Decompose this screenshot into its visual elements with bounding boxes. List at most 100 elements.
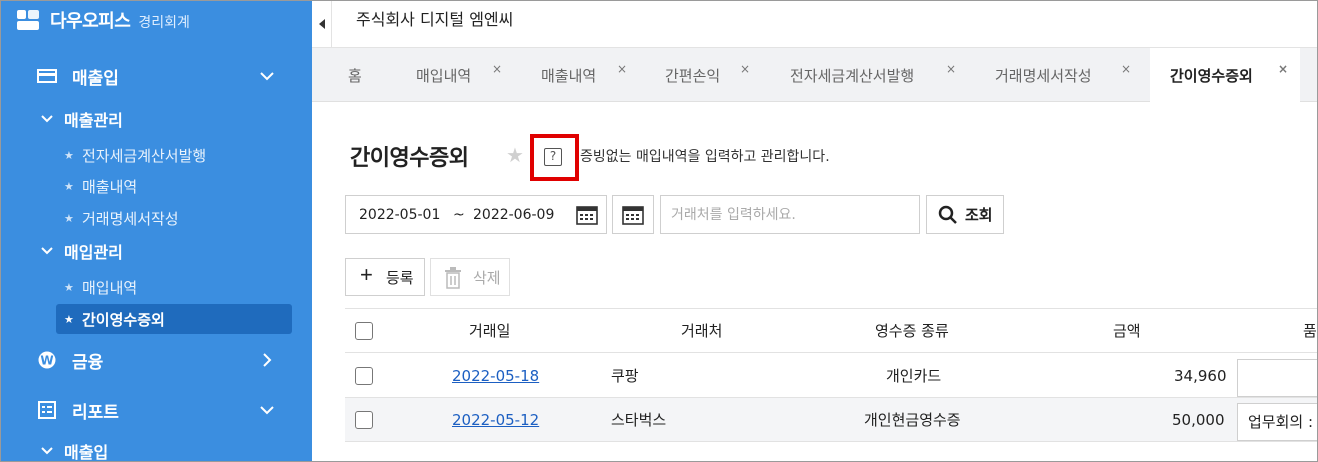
chevron-down-icon (260, 406, 274, 415)
svg-text:W: W (40, 354, 53, 368)
card-icon (36, 65, 58, 87)
sidebar-item-label: 전자세금계산서발행 (82, 146, 207, 165)
row-date-link[interactable]: 2022-05-18 (452, 354, 539, 398)
add-button-label: 등록 (386, 269, 414, 287)
tab-label: 전자세금계산서발행 (790, 66, 915, 85)
tab-purchase-history[interactable]: 매입내역 × (416, 48, 516, 102)
column-header-memo[interactable]: 품 (1303, 309, 1317, 353)
table-row[interactable]: 2022-05-18 쿠팡 개인카드 34,960 (345, 354, 1318, 398)
sidebar-item-purchase-history[interactable]: ★ 매입내역 (56, 272, 292, 302)
row-date-link[interactable]: 2022-05-12 (452, 398, 539, 442)
favorite-star-icon[interactable]: ★ (506, 143, 524, 167)
select-all-checkbox[interactable] (355, 322, 373, 340)
chevron-down-icon (41, 247, 53, 255)
close-icon[interactable]: × (1278, 62, 1288, 76)
delete-button-label: 삭제 (473, 269, 501, 287)
date-end: 2022-06-09 (473, 206, 555, 223)
top-bar: 주식회사 디지털 엠엔씨 (312, 0, 1318, 48)
date-separator: ~ (453, 206, 465, 223)
page-title: 간이영수증외 (350, 146, 469, 171)
tab-label: 간편손익 (665, 66, 721, 85)
column-header-date[interactable]: 거래일 (469, 309, 510, 353)
star-icon: ★ (64, 211, 74, 225)
sidebar-collapse-button[interactable] (312, 0, 332, 48)
star-icon: ★ (64, 280, 74, 294)
brand[interactable]: 다우오피스 경리회계 (16, 6, 190, 34)
sidebar-group-report[interactable]: 리포트 (0, 392, 312, 428)
calendar-icon (622, 205, 644, 225)
company-name: 주식회사 디지털 엠엔씨 (356, 10, 514, 29)
star-icon: ★ (64, 148, 74, 162)
sidebar-subgroup-purchase[interactable]: 매입관리 (0, 238, 312, 264)
sidebar-item-sales-history[interactable]: ★ 매출내역 (56, 171, 292, 201)
delete-button[interactable]: 삭제 (430, 258, 510, 296)
search-button-label: 조회 (965, 207, 993, 224)
close-icon[interactable]: × (1121, 62, 1131, 76)
sidebar-group-label: 리포트 (72, 402, 119, 423)
sidebar-subgroup-label: 매출입 (64, 443, 109, 462)
table-header-row: 거래일 거래처 영수증 종류 금액 품 (345, 308, 1318, 353)
tab-transaction-statement[interactable]: 거래명세서작성 × (995, 48, 1135, 102)
row-checkbox[interactable] (355, 367, 373, 385)
calendar-button[interactable] (612, 195, 654, 234)
highlight-box (530, 134, 579, 181)
column-header-amount[interactable]: 금액 (1113, 309, 1141, 353)
row-amount: 34,960 (1174, 367, 1227, 385)
report-icon (36, 399, 58, 421)
sidebar: 다우오피스 경리회계 매출입 매출관리 ★ 전자세금계산서발행 ★ 매출내역 ★… (0, 0, 312, 462)
main-content: 간이영수증외 ★ ? 증빙없는 매입내역을 입력하고 관리합니다. 2022-0… (312, 103, 1318, 462)
trash-icon (445, 267, 461, 289)
close-icon[interactable]: × (740, 62, 750, 76)
caret-left-icon (318, 19, 325, 29)
vendor-search-input[interactable] (660, 195, 920, 234)
table-row[interactable]: 2022-05-12 스타벅스 개인현금영수증 50,000 업무회의 : (345, 398, 1318, 442)
tab-sales-history[interactable]: 매출내역 × (541, 48, 641, 102)
sidebar-subgroup-label: 매입관리 (64, 243, 123, 262)
search-button[interactable]: 조회 (926, 195, 1004, 234)
close-icon[interactable]: × (492, 62, 502, 76)
sidebar-item-e-tax-invoice[interactable]: ★ 전자세금계산서발행 (56, 140, 292, 170)
calendar-icon[interactable] (576, 205, 598, 225)
row-memo-field[interactable]: 업무회의 : (1237, 403, 1318, 441)
search-icon (938, 205, 957, 224)
tab-simple-pnl[interactable]: 간편손익 × (665, 48, 765, 102)
sidebar-group-sales-purchase[interactable]: 매출입 (0, 58, 312, 94)
sidebar-item-transaction-statement[interactable]: ★ 거래명세서작성 (56, 203, 292, 233)
chevron-down-icon (260, 72, 274, 81)
chevron-down-icon (41, 115, 53, 123)
sidebar-subgroup-sales[interactable]: 매출관리 (0, 106, 312, 132)
tab-label: 홈 (348, 66, 362, 85)
row-receipt-type: 개인현금영수증 (864, 411, 961, 429)
tab-home[interactable]: 홈 (348, 48, 388, 102)
column-header-vendor[interactable]: 거래처 (681, 309, 722, 353)
star-icon: ★ (64, 312, 74, 326)
sidebar-item-label: 매출내역 (82, 177, 138, 196)
sidebar-item-label: 거래명세서작성 (82, 209, 179, 228)
row-vendor: 스타벅스 (611, 411, 667, 429)
sidebar-subgroup-label: 매출관리 (64, 111, 123, 130)
sidebar-subgroup-report-sales[interactable]: 매출입 (0, 438, 312, 462)
won-circle-icon: W (36, 349, 58, 371)
page-description: 증빙없는 매입내역을 입력하고 관리합니다. (580, 149, 830, 165)
close-icon[interactable]: × (617, 62, 627, 76)
sidebar-group-finance[interactable]: W 금융 (0, 342, 312, 378)
plus-icon: + (360, 262, 373, 287)
row-checkbox[interactable] (355, 411, 373, 429)
column-header-receipt-type[interactable]: 영수증 종류 (875, 309, 949, 353)
tab-simple-receipt[interactable]: 간이영수증외 × (1150, 48, 1300, 103)
date-range-field[interactable]: 2022-05-01 ~ 2022-06-09 (345, 195, 607, 234)
sidebar-group-label: 매출입 (72, 68, 119, 89)
star-icon: ★ (64, 179, 74, 193)
add-button[interactable]: + 등록 (345, 258, 425, 296)
row-vendor: 쿠팡 (611, 367, 639, 385)
tab-label: 거래명세서작성 (995, 66, 1092, 85)
tab-e-tax-invoice[interactable]: 전자세금계산서발행 × (790, 48, 960, 102)
tab-label: 매출내역 (541, 66, 597, 85)
date-start: 2022-05-01 (359, 206, 441, 223)
row-receipt-type: 개인카드 (886, 367, 942, 385)
close-icon[interactable]: × (946, 62, 956, 76)
row-memo-field[interactable] (1237, 359, 1318, 397)
chevron-down-icon (41, 447, 53, 455)
sidebar-item-simple-receipt[interactable]: ★ 간이영수증외 (56, 304, 292, 334)
chevron-right-icon (263, 353, 272, 367)
